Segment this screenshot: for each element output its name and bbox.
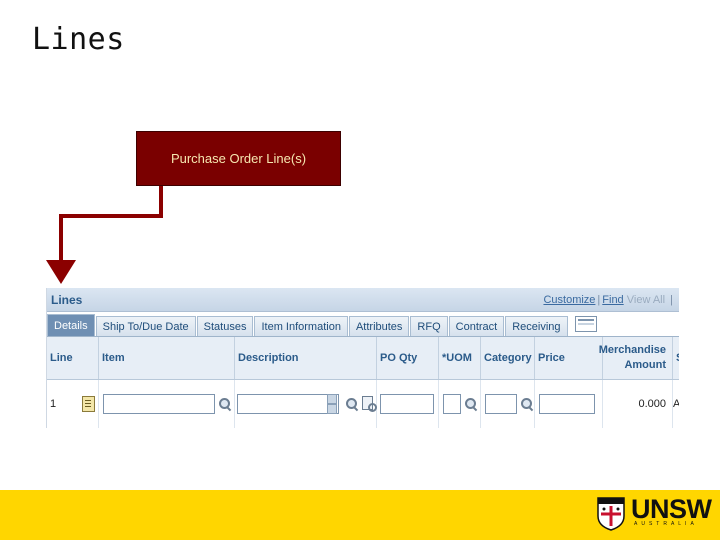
col-status-fragment: S	[673, 337, 679, 379]
panel-header: Lines Customize | Find View All |	[47, 288, 679, 312]
uom-input[interactable]	[443, 394, 461, 414]
status-fragment: A	[673, 398, 679, 410]
col-price: Price	[535, 337, 603, 379]
lines-grid: Line Item Description PO Qty *UOM Catego…	[47, 337, 679, 428]
tab-rfq[interactable]: RFQ	[410, 316, 448, 336]
rfq-icon[interactable]	[362, 396, 377, 412]
merchandise-amount: 0.000	[638, 398, 666, 410]
tab-attributes[interactable]: Attributes	[348, 316, 410, 336]
description-spin-icon[interactable]	[327, 394, 337, 414]
item-lookup-icon[interactable]	[218, 397, 232, 411]
description-input[interactable]	[237, 394, 340, 414]
tab-receiving[interactable]: Receiving	[505, 316, 568, 336]
col-merch-line1: Merchandise	[598, 344, 666, 356]
panel-title: Lines	[51, 292, 83, 307]
status-cell: A	[673, 380, 679, 428]
item-input[interactable]	[103, 394, 215, 414]
link-separator: |	[597, 293, 601, 306]
category-cell	[481, 380, 535, 428]
price-input[interactable]	[539, 394, 595, 414]
po-qty-input[interactable]	[380, 394, 434, 414]
uom-lookup-icon[interactable]	[464, 397, 478, 411]
col-po-qty: PO Qty	[377, 337, 439, 379]
col-category: Category	[481, 337, 535, 379]
panel-links: Customize | Find View All |	[543, 294, 675, 306]
col-uom: *UOM	[439, 337, 481, 379]
uom-cell	[439, 380, 481, 428]
category-lookup-icon[interactable]	[520, 397, 534, 411]
callout-arrow	[46, 186, 163, 284]
amount-cell: 0.000	[603, 380, 673, 428]
customize-link[interactable]: Customize	[543, 294, 595, 306]
description-cell	[235, 380, 377, 428]
tab-ship-to-due-date[interactable]: Ship To/Due Date	[95, 316, 196, 336]
find-link[interactable]: Find	[602, 294, 623, 306]
tab-item-information[interactable]: Item Information	[254, 316, 348, 336]
category-input[interactable]	[485, 394, 517, 414]
view-all-link[interactable]: View All	[627, 294, 665, 306]
lines-panel: Lines Customize | Find View All | Details …	[46, 288, 679, 428]
line-details-icon[interactable]	[82, 396, 96, 412]
po-qty-cell	[377, 380, 439, 428]
tab-contract[interactable]: Contract	[448, 316, 505, 336]
line-number: 1	[50, 398, 57, 410]
col-item: Item	[99, 337, 235, 379]
tab-bar: Details Ship To/Due Date Statuses Item I…	[47, 312, 679, 337]
unsw-logo-subtext: AUSTRALIA	[634, 521, 698, 527]
table-row: 1 0.000	[47, 380, 679, 428]
description-lookup-icon[interactable]	[345, 397, 359, 411]
grid-header: Line Item Description PO Qty *UOM Catego…	[47, 337, 679, 380]
col-merchandise-amount: Merchandise Amount	[599, 337, 673, 379]
col-description: Description	[235, 337, 377, 379]
line-cell: 1	[47, 380, 99, 428]
col-merch-line2: Amount	[624, 359, 666, 371]
tab-statuses[interactable]: Statuses	[196, 316, 254, 336]
tab-details[interactable]: Details	[47, 314, 95, 336]
price-cell	[535, 380, 603, 428]
show-all-columns-icon[interactable]	[574, 316, 597, 332]
col-line: Line	[47, 337, 99, 379]
item-cell	[99, 380, 235, 428]
slide-title: Lines	[32, 22, 125, 57]
link-separator: |	[670, 293, 673, 306]
callout-box: Purchase Order Line(s)	[136, 131, 341, 186]
